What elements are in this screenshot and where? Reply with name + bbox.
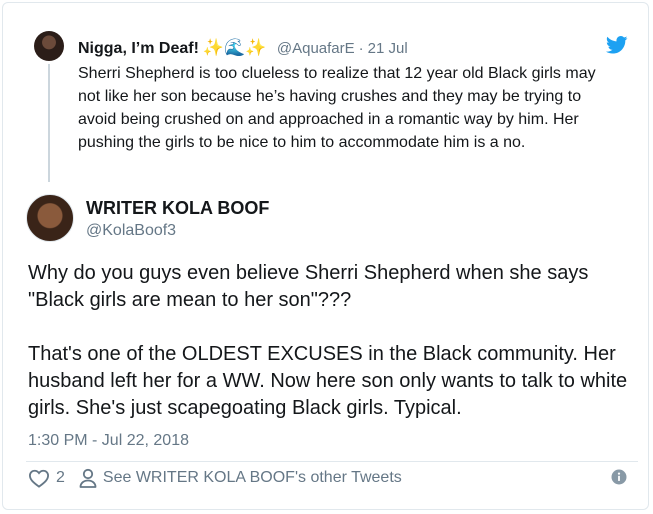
reply-avatar[interactable] <box>34 31 64 61</box>
tweet-paragraph: That's one of the OLDEST EXCUSES in the … <box>28 343 628 419</box>
author-name[interactable]: WRITER KOLA BOOF <box>86 197 269 219</box>
divider <box>26 461 638 462</box>
reply-text: Sherri Shepherd is too clueless to reali… <box>78 65 596 151</box>
tweet-timestamp[interactable]: 1:30 PM - Jul 22, 2018 <box>28 430 189 452</box>
info-icon[interactable] <box>611 469 627 485</box>
reply-date[interactable]: 21 Jul <box>368 40 408 57</box>
thread-connector-line <box>48 64 50 182</box>
author-avatar[interactable] <box>26 194 74 242</box>
other-tweets-link[interactable]: See WRITER KOLA BOOF's other Tweets <box>103 469 402 487</box>
reply-name-emoji: ✨🌊✨ <box>202 38 267 57</box>
reply-author-handle[interactable]: @AquafarE <box>277 40 355 57</box>
heart-icon[interactable] <box>28 468 50 488</box>
tweet-paragraph: Why do you guys even believe Sherri Shep… <box>28 262 589 311</box>
like-count[interactable]: 2 <box>56 469 65 487</box>
tweet-text: Why do you guys even believe Sherri Shep… <box>28 260 628 422</box>
tweet-actions: 2 See WRITER KOLA BOOF's other Tweets <box>28 466 402 490</box>
reply-header: Nigga, I’m Deaf! ✨🌊✨ @AquafarE · 21 Jul <box>78 38 408 59</box>
reply-separator: · <box>358 40 364 57</box>
reply-author-name[interactable]: Nigga, I’m Deaf! <box>78 40 199 57</box>
twitter-bird-icon[interactable] <box>606 36 628 54</box>
author-handle[interactable]: @KolaBoof3 <box>86 220 176 242</box>
person-icon[interactable] <box>79 468 97 488</box>
